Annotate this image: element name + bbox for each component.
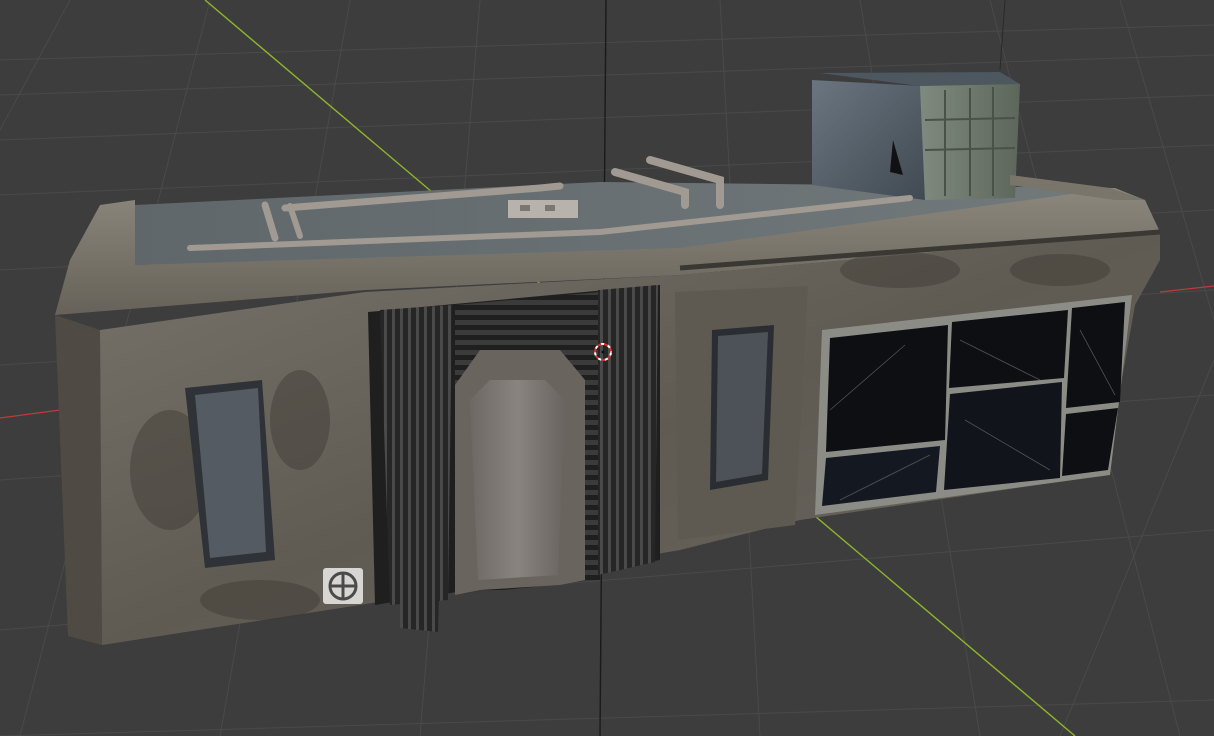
entrance-door — [455, 350, 585, 595]
rooftop-ac-unit — [812, 72, 1020, 200]
viewport-canvas[interactable] — [0, 0, 1214, 736]
panel-door-right — [675, 286, 808, 540]
wall-vent-icon — [323, 568, 363, 604]
roof-vent-box — [508, 200, 578, 218]
3d-viewport[interactable] — [0, 0, 1214, 736]
